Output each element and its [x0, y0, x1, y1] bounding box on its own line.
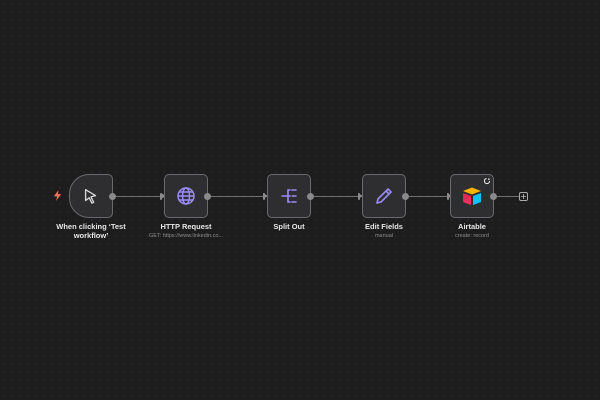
node-subtitle: GET: https://www.linkedin.co...	[149, 233, 223, 239]
trigger-bolt-icon	[53, 190, 62, 201]
node-manual-trigger[interactable]	[69, 174, 113, 218]
add-node-button[interactable]: +	[519, 192, 528, 201]
globe-icon	[174, 184, 198, 208]
node-edit-fields[interactable]	[362, 174, 406, 218]
node-subtitle: manual	[374, 233, 394, 239]
output-handle[interactable]	[490, 192, 497, 200]
node-label: When clicking ‘Test workflow’	[56, 222, 126, 240]
output-handle[interactable]	[402, 192, 409, 200]
node-split-out[interactable]	[267, 174, 311, 218]
connection-line	[409, 196, 447, 197]
node-label: Split Out	[273, 222, 305, 231]
pencil-icon	[372, 184, 396, 208]
connection-line	[116, 196, 160, 197]
node-label: HTTP Request	[160, 222, 212, 231]
output-handle[interactable]	[204, 192, 211, 200]
node-http-request[interactable]	[164, 174, 208, 218]
output-handle[interactable]	[109, 192, 116, 200]
cursor-icon	[79, 184, 103, 208]
node-label: Airtable	[458, 222, 486, 231]
workflow-canvas[interactable]: When clicking ‘Test workflow’ HTTP Reque…	[0, 0, 600, 400]
split-out-icon	[277, 184, 301, 208]
airtable-logo-icon	[460, 184, 484, 208]
refresh-badge-icon	[483, 177, 491, 185]
node-label: Edit Fields	[365, 222, 403, 231]
connection-line	[314, 196, 358, 197]
connection-line	[497, 196, 519, 197]
connection-line	[211, 196, 263, 197]
node-subtitle: create: record	[455, 233, 489, 239]
output-handle[interactable]	[307, 192, 314, 200]
